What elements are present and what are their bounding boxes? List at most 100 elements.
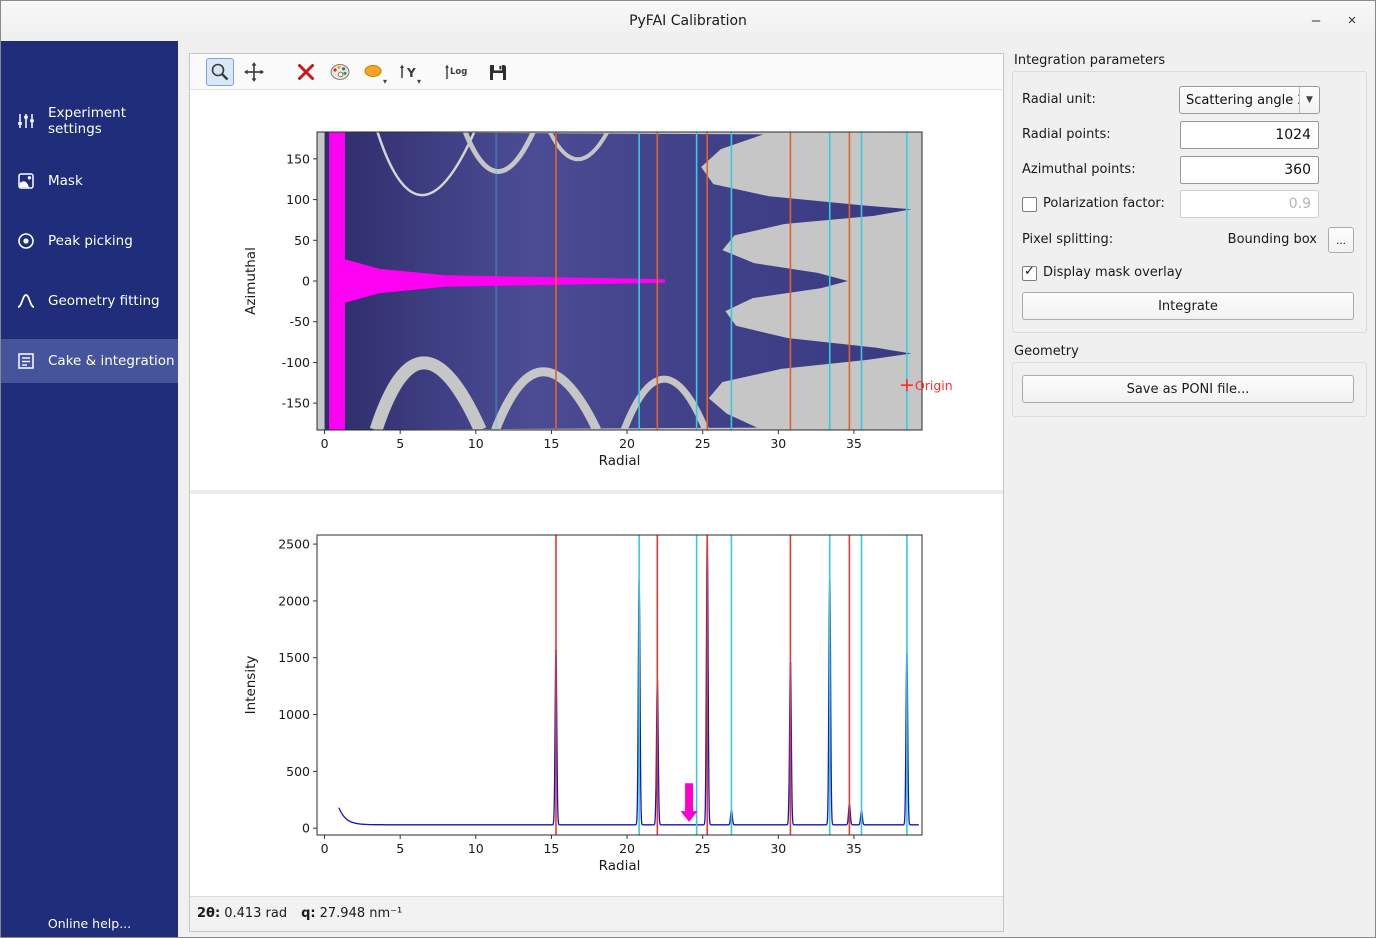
tth-label: 2θ: (197, 906, 220, 921)
sidebar-item-peak-picking[interactable]: Peak picking (1, 219, 178, 263)
svg-text:Radial: Radial (599, 453, 641, 469)
sidebar-item-label: Experiment settings (48, 105, 178, 137)
sidebar-item-label: Peak picking (48, 233, 133, 249)
svg-text:Log: Log (450, 67, 467, 77)
integration-sidebar: Integration parameters Radial unit: Scat… (1011, 41, 1375, 937)
pixel-splitting-value: Bounding box (1228, 226, 1317, 254)
plot-toolbar: ▾ Y ▾ Log (190, 54, 1003, 90)
save-poni-button[interactable]: Save as PONI file... (1022, 375, 1354, 403)
mask-overlay-label: Display mask overlay (1043, 259, 1182, 287)
svg-text:-50: -50 (290, 314, 310, 329)
pixel-splitting-label: Pixel splitting: (1022, 226, 1113, 254)
svg-text:5: 5 (396, 841, 404, 856)
geometry-title: Geometry (1014, 344, 1079, 359)
radial-points-label: Radial points: (1022, 121, 1111, 149)
close-button[interactable]: × (1337, 7, 1367, 35)
svg-text:2000: 2000 (278, 593, 310, 608)
polarization-input (1180, 190, 1319, 218)
svg-text:10: 10 (468, 436, 484, 451)
y-axis-orientation-button[interactable]: Y ▾ (394, 58, 422, 86)
pyfai-calibration-window: PyFAI Calibration – × Experiment setting… (0, 0, 1376, 938)
svg-text:35: 35 (846, 841, 862, 856)
radial-unit-combobox[interactable]: Scattering angle 2 ▼ (1179, 86, 1320, 114)
svg-text:50: 50 (294, 233, 310, 248)
q-value: 27.948 nm⁻¹ (320, 906, 403, 921)
svg-text:Y: Y (406, 66, 416, 80)
titlebar: PyFAI Calibration – × (1, 1, 1375, 42)
zoom-tool-button[interactable] (206, 58, 234, 86)
svg-text:500: 500 (286, 764, 310, 779)
tth-value: 0.413 rad (224, 906, 287, 921)
red-cross-icon (295, 61, 317, 83)
mask-ellipse-button[interactable]: ▾ (360, 58, 388, 86)
sidebar-item-mask[interactable]: Mask (1, 159, 178, 203)
svg-text:20: 20 (619, 436, 635, 451)
pan-tool-button[interactable] (240, 58, 268, 86)
svg-text:-150: -150 (282, 396, 310, 411)
azimuthal-points-input[interactable] (1180, 156, 1319, 184)
svg-text:Azimuthal: Azimuthal (243, 247, 259, 315)
integrate-button[interactable]: Integrate (1022, 292, 1354, 320)
sidebar-item-cake-integration[interactable]: Cake & integration (1, 339, 178, 383)
palette-icon (329, 61, 351, 83)
magnifier-icon (209, 61, 231, 83)
save-button[interactable] (484, 58, 512, 86)
ellipse-roi-icon (363, 61, 385, 83)
minimize-button[interactable]: – (1301, 7, 1331, 35)
sliders-icon (16, 111, 36, 131)
sidebar-item-label: Geometry fitting (48, 293, 160, 309)
peak-curve-icon (16, 291, 36, 311)
main-area: ▾ Y ▾ Log (178, 41, 1011, 937)
azimuthal-points-label: Azimuthal points: (1022, 156, 1136, 184)
position-statusbar: 2θ:0.413 radq:27.948 nm⁻¹ (190, 896, 1003, 931)
svg-text:Intensity: Intensity (243, 656, 259, 715)
svg-text:1000: 1000 (278, 707, 310, 722)
polarization-checkbox[interactable] (1022, 197, 1037, 212)
sidebar-item-experiment-settings[interactable]: Experiment settings (1, 99, 178, 143)
svg-text:0: 0 (321, 436, 329, 451)
window-title: PyFAI Calibration (1, 1, 1375, 41)
sidebar-item-geometry-fitting[interactable]: Geometry fitting (1, 279, 178, 323)
svg-text:25: 25 (695, 841, 711, 856)
profile-plot-canvas[interactable]: 0510152025303505001000150020002500Radial… (190, 494, 1003, 896)
cake-plot-canvas[interactable]: 05101520253035-150-100-50050100150Radial… (190, 90, 1003, 490)
log-scale-button[interactable]: Log (442, 58, 470, 86)
log-scale-icon: Log (443, 61, 469, 83)
pixel-splitting-more-button[interactable]: ... (1328, 227, 1354, 253)
svg-text:100: 100 (286, 192, 310, 207)
svg-text:25: 25 (695, 436, 711, 451)
svg-text:15: 15 (543, 841, 559, 856)
plot-panel: ▾ Y ▾ Log (189, 53, 1004, 932)
svg-text:35: 35 (846, 436, 862, 451)
svg-text:0: 0 (302, 274, 310, 289)
integration-parameters-title: Integration parameters (1014, 53, 1165, 68)
integration-panel-icon (16, 351, 36, 371)
radial-unit-label: Radial unit: (1022, 86, 1096, 114)
radial-unit-value: Scattering angle 2 (1180, 93, 1299, 108)
svg-text:0: 0 (302, 821, 310, 836)
target-rings-icon (16, 231, 36, 251)
svg-text:5: 5 (396, 436, 404, 451)
floppy-save-icon (487, 61, 509, 83)
svg-text:Radial: Radial (599, 858, 641, 874)
svg-text:-100: -100 (282, 355, 310, 370)
colormap-button[interactable] (326, 58, 354, 86)
svg-text:Origin: Origin (915, 378, 953, 393)
polarization-label: Polarization factor: (1043, 190, 1165, 218)
radial-points-input[interactable] (1180, 121, 1319, 149)
remove-marker-button[interactable] (292, 58, 320, 86)
svg-text:10: 10 (468, 841, 484, 856)
sidebar: Experiment settings Mask Peak picking Ge… (1, 41, 178, 937)
online-help-link[interactable]: Online help... (1, 916, 178, 931)
dropdown-caret-icon: ▾ (383, 77, 387, 86)
svg-text:30: 30 (770, 436, 786, 451)
svg-text:20: 20 (619, 841, 635, 856)
profile-plot-figure: 0510152025303505001000150020002500Radial… (190, 494, 1003, 896)
mask-overlay-checkbox[interactable] (1022, 266, 1037, 281)
svg-text:2500: 2500 (278, 537, 310, 552)
sidebar-item-label: Mask (48, 173, 83, 189)
sidebar-item-label: Cake & integration (48, 353, 175, 369)
svg-text:0: 0 (321, 841, 329, 856)
dropdown-caret-icon: ▾ (417, 77, 421, 86)
cake-plot-figure: 05101520253035-150-100-50050100150Radial… (190, 90, 1003, 490)
